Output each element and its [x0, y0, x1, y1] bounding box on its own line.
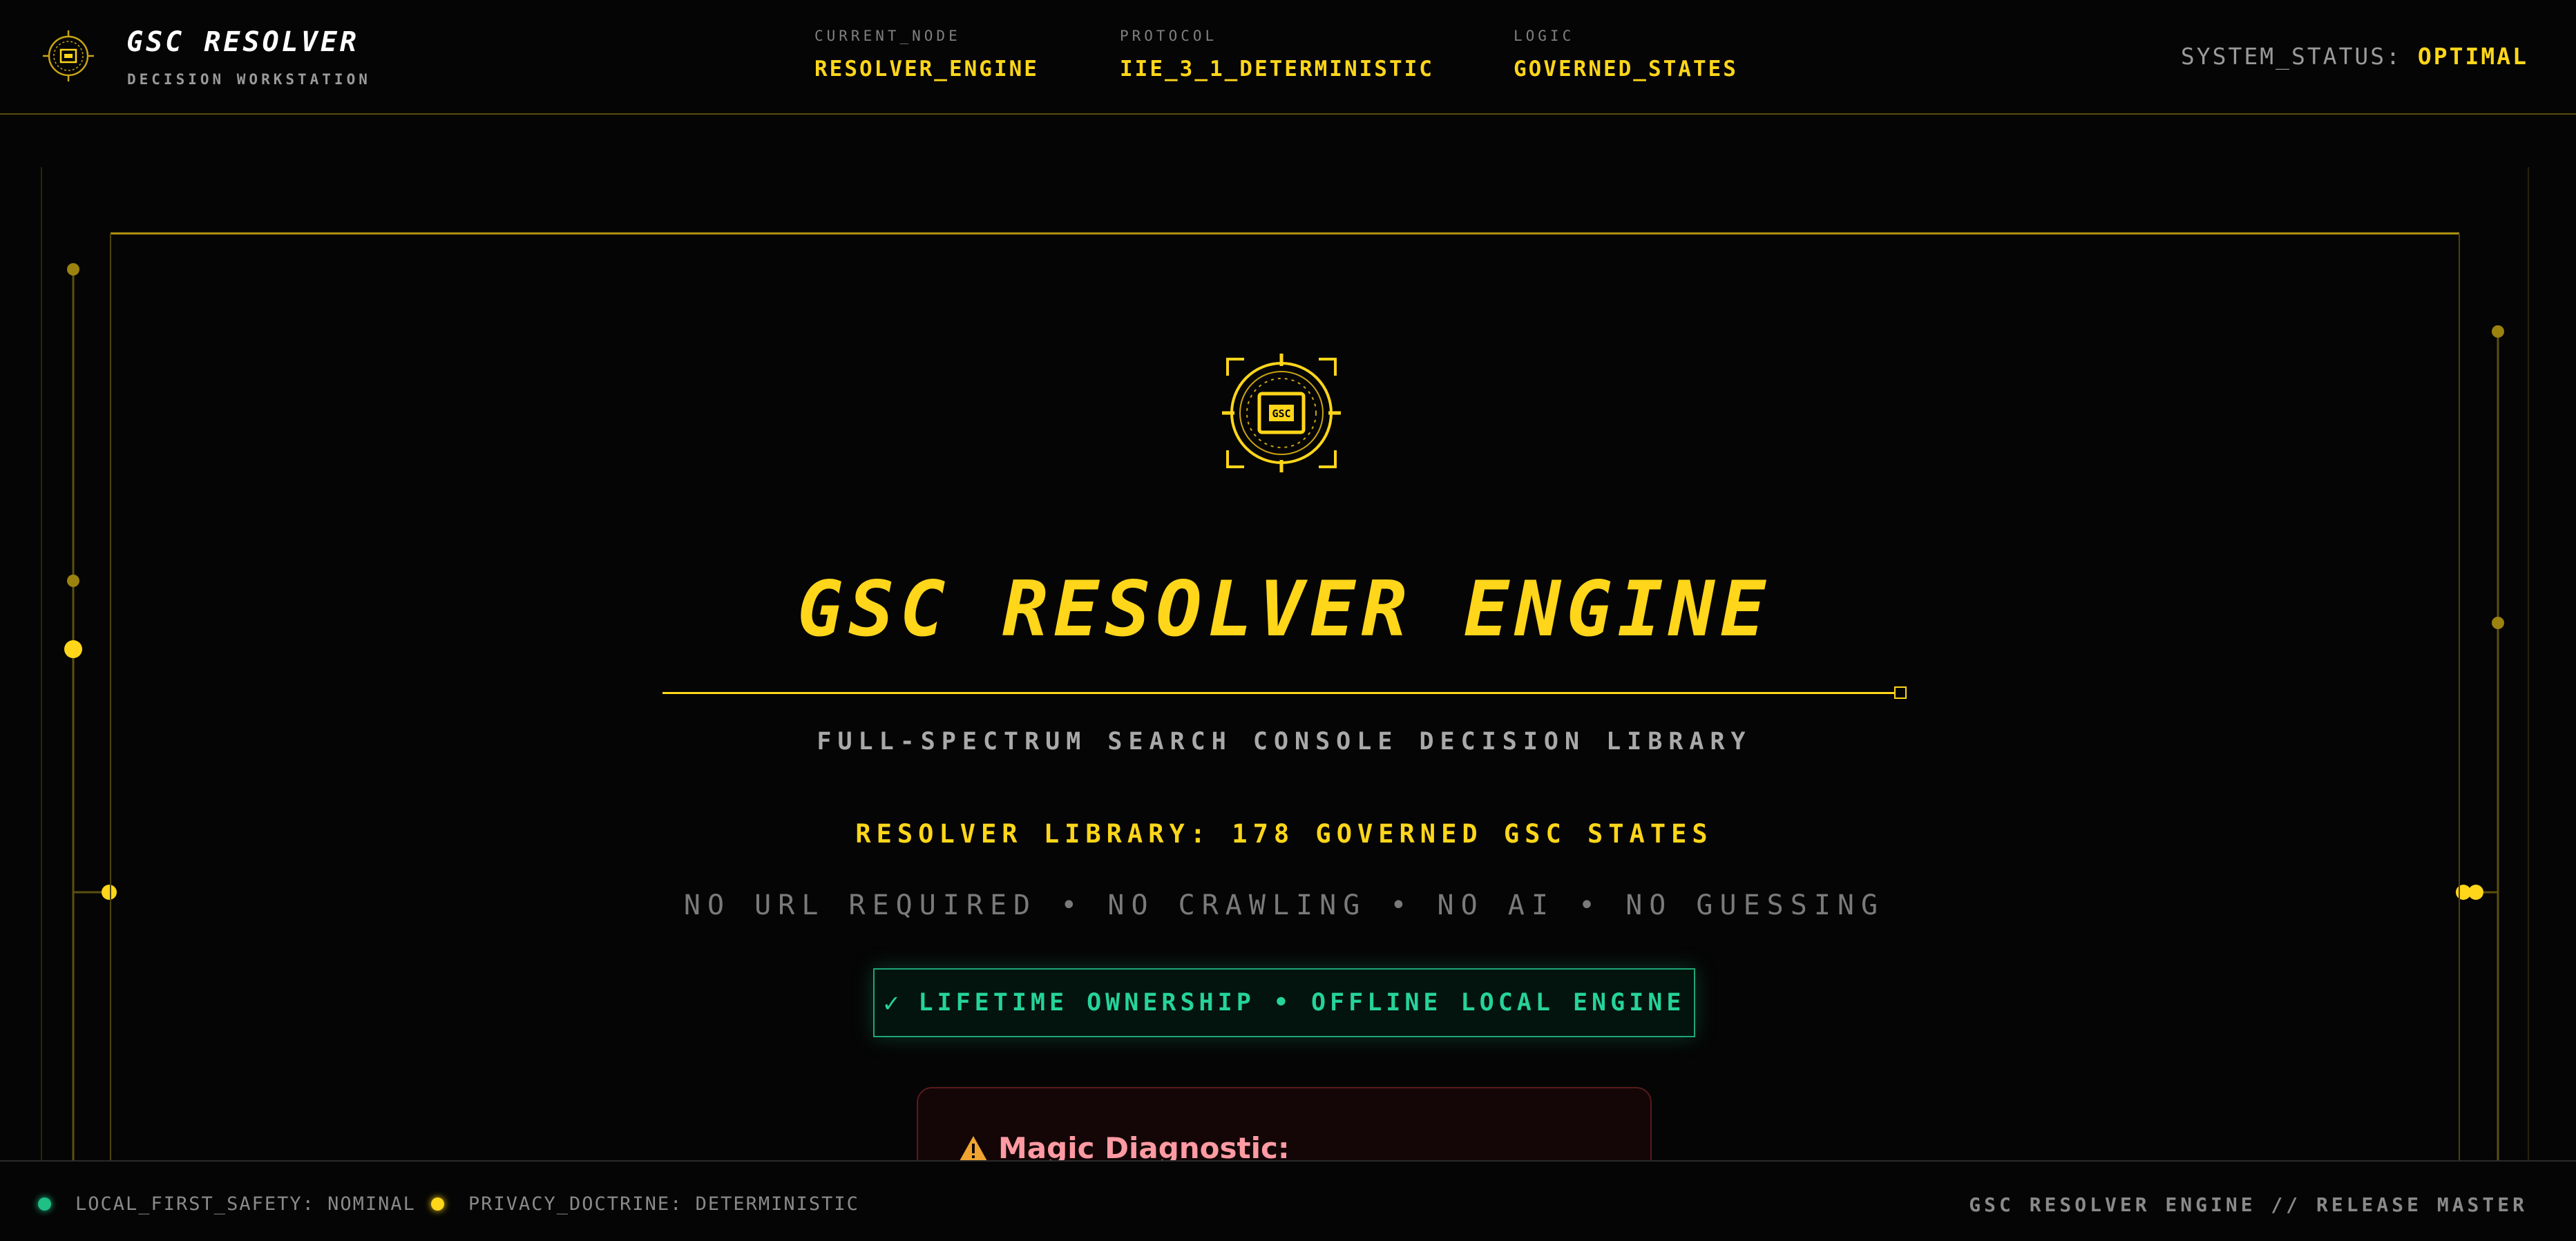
- meta-current-node: CURRENT_NODE RESOLVER_ENGINE: [814, 28, 1039, 81]
- warning-icon: [960, 1135, 987, 1161]
- meta-label: CURRENT_NODE: [814, 28, 961, 44]
- meta-label: PROTOCOL: [1120, 28, 1218, 44]
- ownership-badge: ✓ LIFETIME OWNERSHIP • OFFLINE LOCAL ENG…: [873, 968, 1695, 1037]
- check-icon: ✓: [883, 988, 904, 1018]
- hero-panel: GSC GSC RESOLVER ENGINE FULL-SPECTRUM SE…: [111, 233, 2458, 1184]
- meta-logic: LOGIC GOVERNED_STATES: [1514, 28, 1738, 81]
- tagline: NO URL REQUIRED • NO CRAWLING • NO AI • …: [683, 889, 1885, 921]
- ownership-text: LIFETIME OWNERSHIP • OFFLINE LOCAL ENGIN…: [918, 989, 1686, 1017]
- chip-emblem-icon: GSC: [1222, 354, 1341, 472]
- title-divider-cap: [1894, 686, 1907, 699]
- release-label: GSC RESOLVER ENGINE // RELEASE MASTER: [1969, 1193, 2528, 1216]
- top-bar: GSC RESOLVER DECISION WORKSTATION CURREN…: [0, 0, 2576, 115]
- meta-value: IIE_3_1_DETERMINISTIC: [1120, 57, 1434, 81]
- meta-value: GOVERNED_STATES: [1514, 57, 1738, 81]
- title-divider: [662, 692, 1901, 694]
- meta-label: LOGIC: [1514, 28, 1575, 44]
- meta-protocol: PROTOCOL IIE_3_1_DETERMINISTIC: [1120, 28, 1434, 81]
- chip-logo-icon[interactable]: [43, 30, 94, 81]
- status-dot-green: [38, 1197, 51, 1211]
- local-first-safety-status: LOCAL_FIRST_SAFETY: NOMINAL: [38, 1193, 416, 1215]
- hero-subtitle: FULL-SPECTRUM SEARCH CONSOLE DECISION LI…: [817, 728, 1752, 756]
- meta-value: RESOLVER_ENGINE: [814, 57, 1039, 81]
- status-dot-yellow: [431, 1197, 444, 1211]
- brand-subtitle: DECISION WORKSTATION: [127, 71, 371, 88]
- library-count: RESOLVER LIBRARY: 178 GOVERNED GSC STATE…: [855, 819, 1713, 849]
- status-footer: LOCAL_FIRST_SAFETY: NOMINAL PRIVACY_DOCT…: [0, 1160, 2576, 1241]
- hero-title: GSC RESOLVER ENGINE: [796, 565, 1772, 653]
- privacy-doctrine-status: PRIVACY_DOCTRINE: DETERMINISTIC: [431, 1193, 859, 1215]
- system-status-value: OPTIMAL: [2417, 43, 2528, 70]
- brand-title: GSC RESOLVER: [126, 26, 359, 58]
- system-status: SYSTEM_STATUS: OPTIMAL: [2181, 43, 2528, 70]
- local-first-safety-text: LOCAL_FIRST_SAFETY: NOMINAL: [75, 1193, 416, 1215]
- system-status-label: SYSTEM_STATUS:: [2180, 43, 2403, 70]
- emblem-text: GSC: [1272, 407, 1290, 420]
- privacy-doctrine-text: PRIVACY_DOCTRINE: DETERMINISTIC: [468, 1193, 859, 1215]
